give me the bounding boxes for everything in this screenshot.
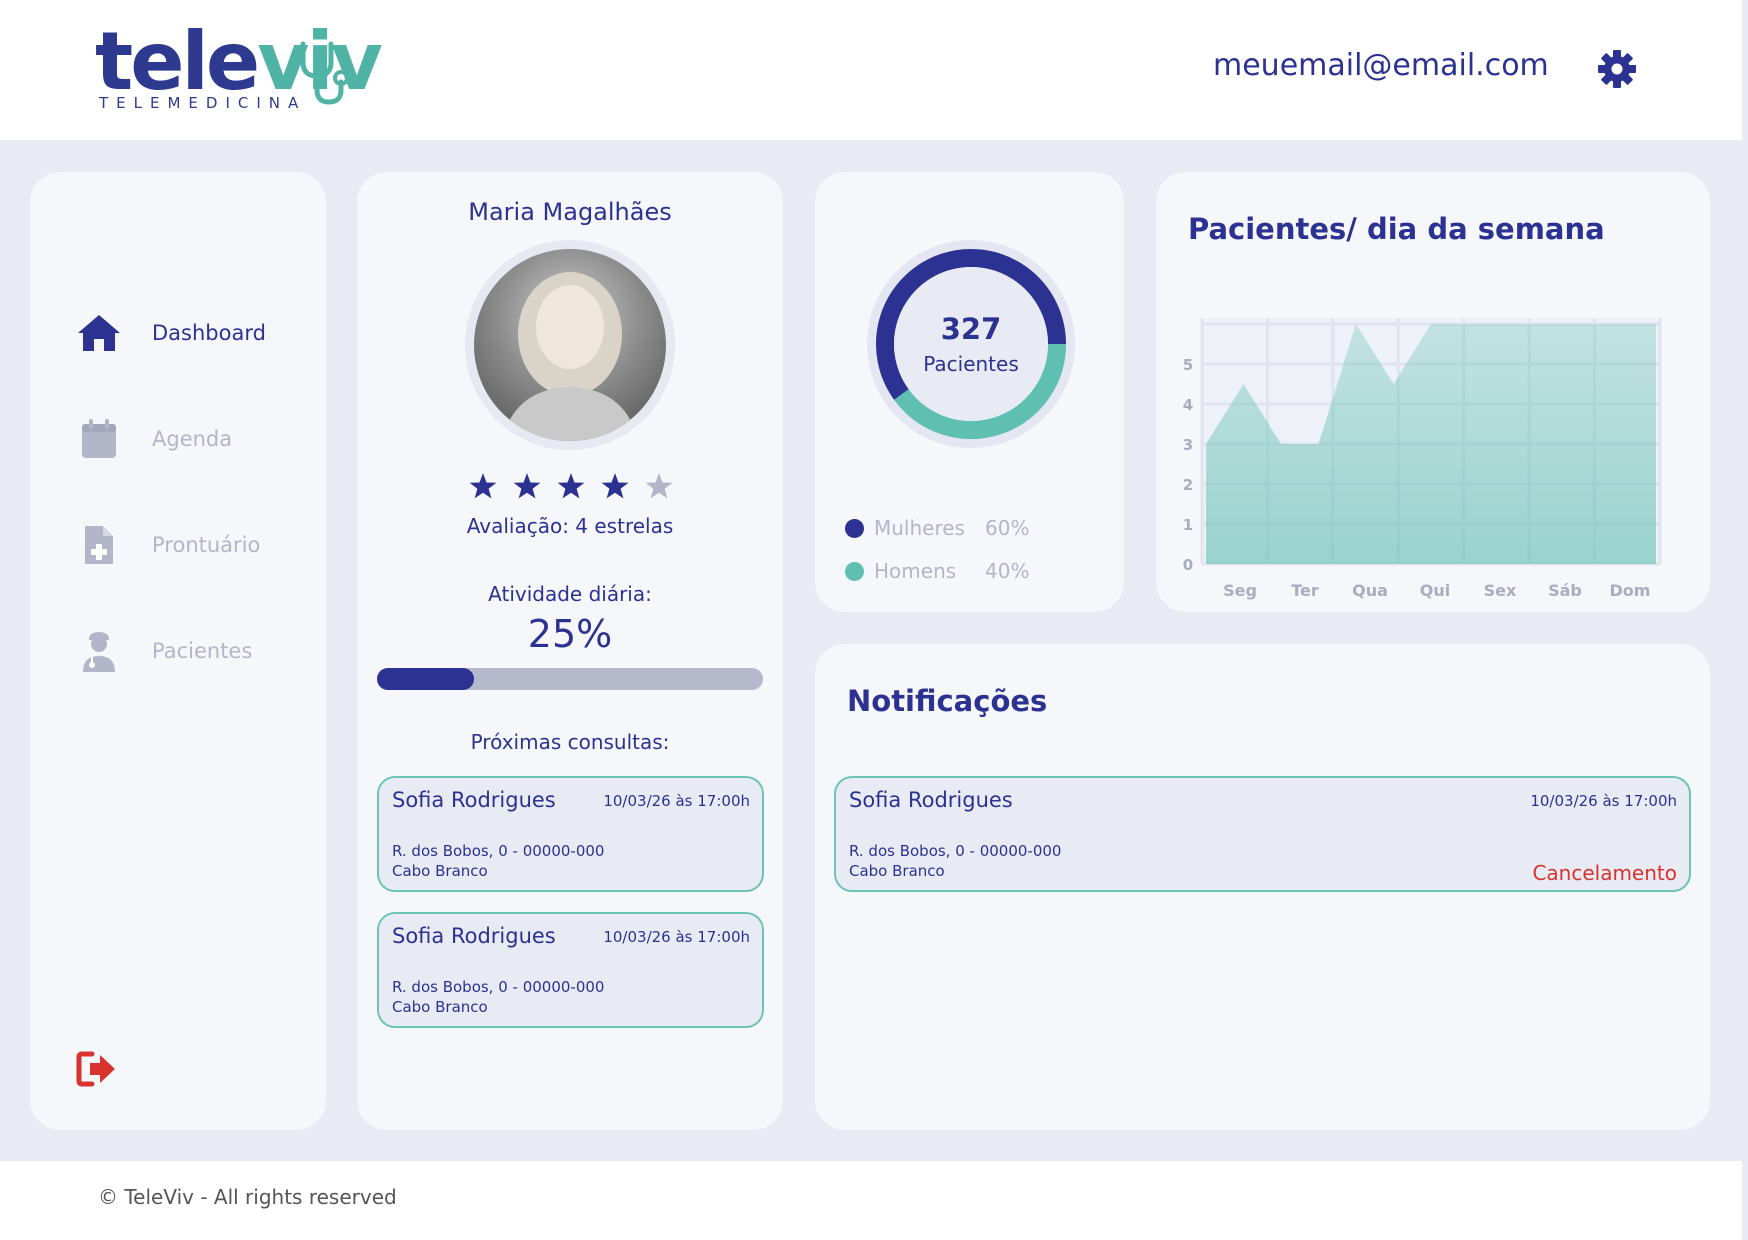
gear-icon[interactable]	[1597, 49, 1637, 89]
appointment-city: Cabo Branco	[392, 862, 488, 880]
legend-item-homens: Homens 40%	[845, 559, 1029, 583]
star-filled-icon	[469, 473, 497, 499]
x-tick-label: Seg	[1223, 581, 1257, 600]
user-email[interactable]: meuemail@email.com	[1213, 48, 1549, 83]
y-tick-label: 5	[1183, 356, 1193, 374]
weekly-patients-area-chart: 0 1 2 3 4 5 Seg Ter Qua Qui Sex Sáb Dom	[1183, 318, 1662, 600]
avatar	[474, 249, 666, 441]
appointment-patient-name: Sofia Rodrigues	[392, 788, 556, 812]
sidebar-item-label: Pacientes	[152, 639, 253, 663]
legend-percent: 40%	[985, 559, 1030, 583]
stethoscope-icon	[300, 41, 349, 105]
x-tick-label: Qui	[1420, 581, 1450, 600]
legend-dot	[845, 518, 864, 538]
patients-donut-chart: 327 Pacientes	[867, 240, 1075, 448]
doctor-icon	[74, 628, 124, 674]
avatar-frame	[465, 240, 675, 450]
x-tick-label: Dom	[1610, 581, 1651, 600]
sidebar-item-label: Agenda	[152, 427, 233, 451]
weekly-patients-chart-card: Pacientes/ dia da semana 0 1 2 3 4 5 Seg Ter Qua…	[1156, 172, 1710, 612]
notifications-card: Notificações Sofia Rodrigues 10/03/26 às…	[815, 644, 1710, 1130]
sidebar-item-agenda[interactable]: Agenda	[74, 416, 232, 462]
notification-date: 10/03/26 às 17:00h	[1530, 792, 1677, 810]
sidebar-item-label: Dashboard	[152, 321, 266, 345]
notification-status: Cancelamento	[1532, 861, 1677, 885]
sidebar-item-prontuario[interactable]: Prontuário	[74, 522, 260, 568]
patients-total-label: Pacientes	[923, 352, 1019, 376]
sidebar-item-dashboard[interactable]: Dashboard	[74, 310, 266, 356]
legend-dot	[845, 561, 864, 581]
medical-record-icon	[74, 522, 124, 568]
y-tick-label: 4	[1183, 396, 1193, 414]
appointment-city: Cabo Branco	[392, 998, 488, 1016]
legend-label: Mulheres	[874, 516, 965, 540]
patients-total: 327	[941, 312, 1002, 346]
star-filled-icon	[557, 473, 585, 499]
doctor-name: Maria Magalhães	[468, 198, 672, 226]
y-tick-label: 2	[1183, 476, 1193, 494]
legend-item-mulheres: Mulheres 60%	[845, 516, 1029, 540]
footer: © TeleViv - All rights reserved	[0, 1161, 1742, 1240]
y-tick-label: 3	[1183, 436, 1193, 454]
y-tick-label: 1	[1183, 516, 1193, 534]
activity-progress-bar	[377, 668, 763, 690]
y-tick-label: 0	[1183, 556, 1193, 574]
x-tick-label: Ter	[1291, 581, 1319, 600]
logout-icon[interactable]	[76, 1050, 118, 1088]
appointment-date: 10/03/26 às 17:00h	[603, 792, 750, 810]
appointment-card[interactable]: Sofia Rodrigues 10/03/26 às 17:00h R. do…	[377, 776, 764, 892]
notification-patient-name: Sofia Rodrigues	[849, 788, 1013, 812]
appointment-card[interactable]: Sofia Rodrigues 10/03/26 às 17:00h R. do…	[377, 912, 764, 1028]
notifications-title: Notificações	[847, 684, 1048, 718]
star-empty-icon	[645, 473, 673, 499]
notification-address: R. dos Bobos, 0 - 00000-000	[849, 842, 1062, 860]
copyright-text: © TeleViv - All rights reserved	[98, 1185, 397, 1209]
notification-city: Cabo Branco	[849, 862, 945, 880]
appointment-date: 10/03/26 às 17:00h	[603, 928, 750, 946]
activity-label: Atividade diária:	[488, 582, 652, 606]
profile-card: Maria Magalhães Avaliação: 4 estrelas At…	[357, 172, 783, 1130]
home-icon	[74, 310, 124, 356]
x-tick-label: Qua	[1352, 581, 1388, 600]
appointment-address: R. dos Bobos, 0 - 00000-000	[392, 842, 605, 860]
legend-percent: 60%	[985, 516, 1030, 540]
star-filled-icon	[513, 473, 541, 499]
sidebar-item-pacientes[interactable]: Pacientes	[74, 628, 252, 674]
appointment-address: R. dos Bobos, 0 - 00000-000	[392, 978, 605, 996]
logo-subtitle: TELEMEDICINA	[99, 94, 307, 112]
activity-value: 25%	[527, 612, 613, 656]
calendar-icon	[74, 416, 124, 462]
notification-item[interactable]: Sofia Rodrigues 10/03/26 às 17:00h R. do…	[834, 776, 1691, 892]
activity-progress-fill	[377, 668, 474, 690]
legend-label: Homens	[874, 559, 957, 583]
rating-text: Avaliação: 4 estrelas	[466, 514, 674, 538]
rating-stars	[469, 472, 673, 500]
next-appointments-label: Próximas consultas:	[470, 730, 670, 754]
sidebar-item-label: Prontuário	[152, 533, 261, 557]
patients-gender-card: 327 Pacientes Mulheres 60% Homens 40%	[815, 172, 1124, 612]
appointment-patient-name: Sofia Rodrigues	[392, 924, 556, 948]
x-tick-label: Sex	[1484, 581, 1517, 600]
x-tick-label: Sáb	[1548, 581, 1582, 600]
sidebar: Dashboard Agenda Prontuário Pacientes	[30, 172, 326, 1130]
header: televiv TELEMEDICINA meuemail@email.com	[0, 0, 1742, 140]
star-filled-icon	[601, 473, 629, 499]
